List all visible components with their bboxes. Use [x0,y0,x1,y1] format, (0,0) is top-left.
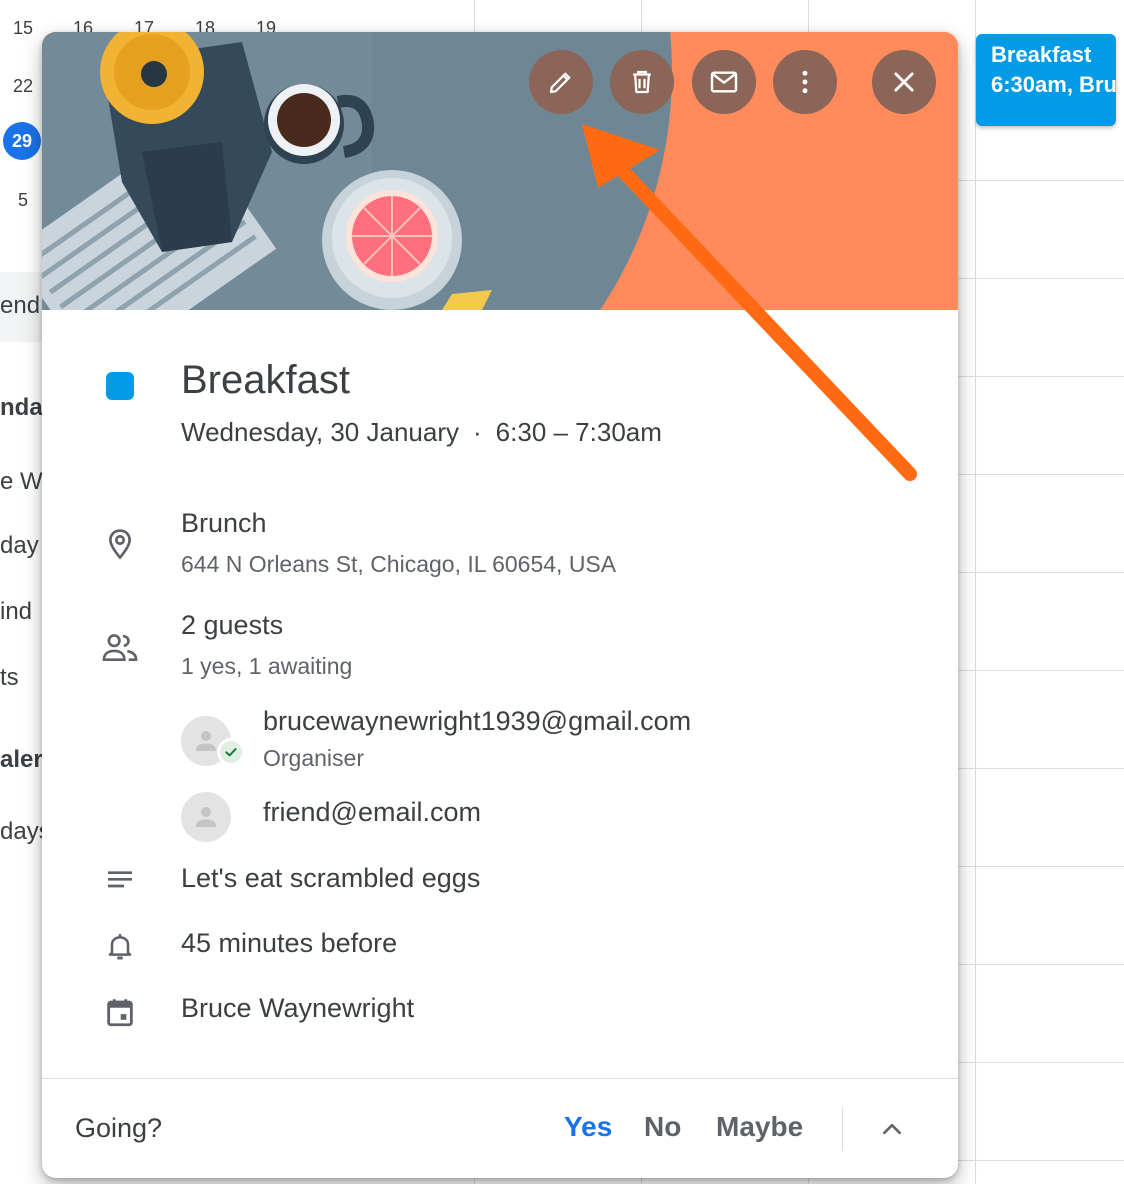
sidebar-section-heading: nda [0,394,43,421]
sidebar-calendar-item[interactable]: day [0,532,39,560]
grid-line [958,572,1124,573]
event-header-illustration [42,32,958,310]
event-title-block: Breakfast Wednesday, 30 January · 6:30 – 7… [181,358,662,448]
guest-info: friend@email.com [263,797,481,828]
grid-line [958,1062,1124,1063]
calendar-icon [98,990,142,1034]
guest-email: brucewaynewright1939@gmail.com [263,706,692,736]
event-title: Breakfast [181,358,350,402]
person-icon [196,807,216,827]
event-datetime: Wednesday, 30 January · 6:30 – 7:30am [181,417,662,448]
guests-block: 2 guests 1 yes, 1 awaiting [181,610,352,680]
grid-line [958,964,1124,965]
pencil-icon [549,72,571,94]
grid-line [958,768,1124,769]
mini-calendar-day[interactable]: 15 [8,18,38,39]
event-reminder: 45 minutes before [181,928,398,958]
mini-calendar-day[interactable]: 5 [8,190,38,211]
avatar [181,792,231,842]
rsvp-no-button[interactable]: No [644,1111,681,1143]
more-vert-icon [802,70,808,94]
location-address[interactable]: 644 N Orleans St, Chicago, IL 60654, USA [181,551,616,578]
event-details-popup: Breakfast Wednesday, 30 January · 6:30 – 7… [42,32,958,1178]
mini-calendar-today[interactable]: 29 [3,122,41,160]
check-icon [225,748,237,757]
expand-rsvp-button[interactable] [870,1107,914,1151]
grid-line [958,376,1124,377]
description-icon [98,858,142,902]
guest-count: 2 guests [181,610,284,640]
grid-line [975,0,976,1184]
event-chip-title: Breakfast [991,42,1092,67]
guest-email: friend@email.com [263,797,481,827]
delete-event-button[interactable] [610,50,674,114]
trash-icon [633,70,651,94]
grid-line [958,670,1124,671]
chevron-up-icon [883,1123,901,1135]
event-date: Wednesday, 30 January [181,417,459,447]
mini-calendar-day[interactable]: 22 [8,76,38,97]
accepted-badge [217,738,245,766]
rsvp-prompt: Going? [75,1113,163,1143]
close-button[interactable] [872,50,936,114]
grid-line [958,866,1124,867]
grid-line [958,1160,1124,1161]
datetime-separator: · [473,417,482,447]
edit-event-button[interactable] [529,50,593,114]
sidebar-calendar-item[interactable]: ind [0,598,32,626]
location-name[interactable]: Brunch [181,508,616,539]
grid-line [958,180,1124,181]
location-block: Brunch 644 N Orleans St, Chicago, IL 606… [181,508,616,578]
guests-icon [98,626,142,670]
event-time: 6:30 – 7:30am [495,417,662,447]
sidebar-section-heading: aler [0,746,43,773]
close-icon [894,72,914,92]
mail-icon [710,71,738,93]
event-chip-subtitle: 6:30am, Brunch [991,72,1116,97]
grid-line [958,474,1124,475]
email-guests-button[interactable] [692,50,756,114]
guest-role: Organiser [263,745,364,771]
more-options-button[interactable] [773,50,837,114]
sidebar-search-label: end [0,292,41,319]
bell-icon [98,924,142,968]
event-description: Let's eat scrambled eggs [181,863,481,893]
sidebar-calendar-item[interactable]: ts [0,664,19,692]
location-icon [98,522,142,566]
event-calendar-owner: Bruce Waynewright [181,993,415,1023]
event-chip-breakfast[interactable]: Breakfast 6:30am, Brunch [976,34,1116,126]
sidebar-calendar-item[interactable]: e W [0,468,43,496]
rsvp-bar: Going? Yes No Maybe [42,1078,958,1178]
rsvp-yes-button[interactable]: Yes [564,1111,612,1143]
guest-info: brucewaynewright1939@gmail.com Organiser [263,706,691,772]
footer-divider [842,1107,843,1151]
grid-line [958,278,1124,279]
rsvp-maybe-button[interactable]: Maybe [716,1111,803,1143]
event-color-swatch [106,372,134,400]
guest-summary: 1 yes, 1 awaiting [181,653,353,679]
